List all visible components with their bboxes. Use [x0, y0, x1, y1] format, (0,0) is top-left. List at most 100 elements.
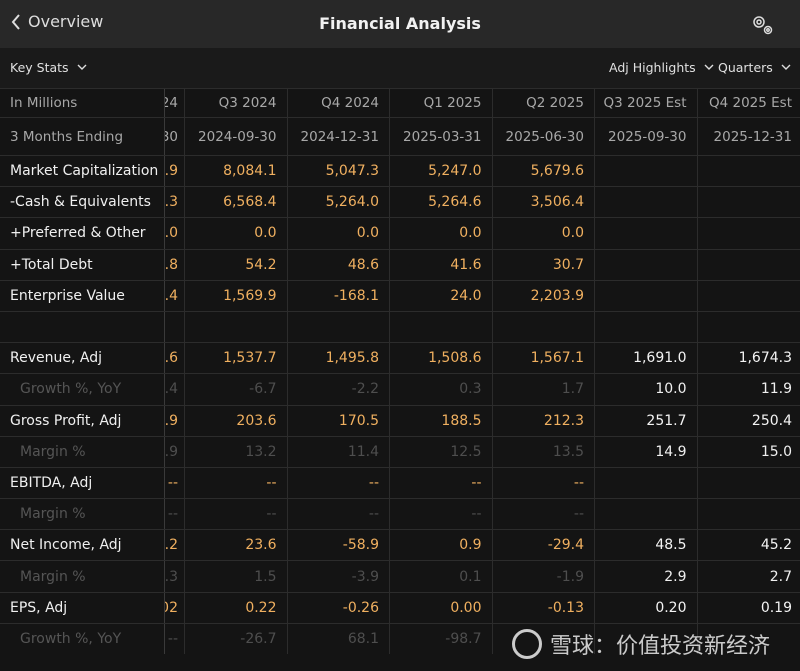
table-cell — [595, 249, 698, 280]
table-cell: -98.7 — [390, 623, 493, 654]
table-cell: 0.0 — [185, 218, 288, 249]
table-cell: -- — [390, 467, 493, 499]
table-row — [0, 310, 800, 343]
table-cell: 2024-12-31 — [288, 118, 390, 155]
table-cell: .9 — [165, 405, 185, 436]
table-cell: 0.00 — [390, 592, 493, 623]
table-cell: 1,537.7 — [185, 343, 288, 374]
table-row: Enterprise Value .4 1,569.9 -168.1 24.0 2,203… — [0, 279, 800, 311]
table-cell: -3.9 — [288, 561, 390, 592]
table-cell — [595, 499, 698, 530]
table-cell: 0.3 — [390, 374, 493, 405]
table-cell — [595, 467, 698, 499]
row-label: 3 Months Ending — [0, 118, 165, 155]
table-row: EPS, Adj020.22-0.260.00-0.130.20 0.19 — [0, 591, 800, 623]
table-cell: 2,203.9 — [493, 280, 595, 311]
row-label: Gross Profit, Adj — [0, 405, 165, 436]
table-cell: 68.1 — [288, 623, 390, 654]
row-label: Growth %, YoY — [0, 623, 165, 654]
table-cell: 5,264.6 — [390, 187, 493, 218]
row-label: In Millions — [0, 89, 165, 117]
table-cell: Q4 2025 Est — [708, 95, 792, 111]
table-cell: 6,568.4 — [185, 187, 288, 218]
nav-header: Overview Financial Analysis — [0, 0, 800, 48]
table-cell: 14.9 — [595, 436, 698, 467]
back-button[interactable]: Overview — [10, 12, 103, 31]
table-cell: 188.5 — [390, 405, 493, 436]
table-cell: -26.7 — [185, 623, 288, 654]
page-title: Financial Analysis — [319, 14, 481, 33]
table-cell: 2025-09-30 — [595, 118, 698, 155]
table-row: Revenue, Adj .6 1,537.7 1,495.8 1,508.6 1,567… — [0, 342, 800, 374]
table-cell: 5,679.6 — [493, 156, 595, 187]
row-label: Net Income, Adj — [0, 530, 165, 561]
table-cell: 3,506.4 — [493, 187, 595, 218]
table-row: +Preferred & Other .0 0.0 0.0 0.0 0.0 — [0, 217, 800, 249]
adj-highlights-dropdown[interactable]: Adj Highlights — [609, 60, 714, 75]
row-label: +Total Debt — [0, 249, 165, 280]
chevron-down-icon — [77, 64, 87, 70]
table-cell: 41.6 — [390, 249, 493, 280]
table-cell — [698, 281, 800, 311]
table-cell: 2025-03-31 — [390, 118, 493, 155]
row-label: Margin % — [0, 561, 165, 592]
table-row: Margin % .3 1.5 -3.9 0.1 -1.9 2.9 2.7 — [0, 560, 800, 592]
table-cell: -- — [288, 467, 390, 499]
table-cell: 0.20 — [595, 592, 698, 623]
table-cell: -- — [165, 499, 185, 530]
table-cell — [493, 311, 595, 343]
settings-gear-icon[interactable] — [750, 13, 774, 37]
table-cell: 250.4 — [751, 412, 792, 429]
table-cell: 1,569.9 — [185, 280, 288, 311]
table-cell — [595, 280, 698, 311]
table-cell: 0.0 — [390, 218, 493, 249]
table-cell: 1.5 — [185, 561, 288, 592]
table-cell: -- — [185, 499, 288, 530]
table-cell — [185, 311, 288, 343]
row-label: EBITDA, Adj — [0, 467, 165, 499]
table-cell: .4 — [165, 374, 185, 405]
table-cell: 5,247.0 — [390, 156, 493, 187]
table-cell: 11.9 — [760, 381, 792, 398]
table-cell — [698, 156, 800, 186]
table-cell: -0.13 — [493, 592, 595, 623]
row-label: -Cash & Equivalents — [0, 187, 165, 218]
financial-table[interactable]: In Millions24Q3 2024Q4 2024Q1 2025Q2 202… — [0, 88, 800, 654]
table-cell: -2.2 — [288, 374, 390, 405]
table-cell: 24 — [165, 89, 185, 117]
table-cell — [698, 312, 800, 342]
table-row: EBITDA, Adj -- -- -- -- -- — [0, 466, 800, 499]
xueqiu-logo-icon — [512, 629, 542, 659]
table-cell: -- — [493, 467, 595, 499]
table-cell: -1.9 — [493, 561, 595, 592]
table-cell: 12.5 — [390, 436, 493, 467]
table-cell: 23.6 — [185, 530, 288, 561]
adj-highlights-label: Adj Highlights — [609, 60, 696, 75]
watermark-text: 雪球：价值投资新经济 — [550, 634, 771, 659]
table-cell: .3 — [165, 187, 185, 218]
table-cell: 0.9 — [390, 530, 493, 561]
table-cell: .0 — [165, 218, 185, 249]
row-label: EPS, Adj — [0, 592, 165, 623]
table-cell: .6 — [165, 343, 185, 374]
table-cell: -58.9 — [288, 530, 390, 561]
table-cell: Q1 2025 — [390, 89, 493, 117]
quarters-dropdown[interactable]: Quarters — [718, 60, 791, 75]
table-cell: 48.6 — [288, 249, 390, 280]
table-row: Market Capitalization .9 8,084.1 5,047.3 5,2… — [0, 155, 800, 187]
key-stats-dropdown[interactable]: Key Stats — [10, 60, 87, 75]
table-cell: -- — [165, 467, 185, 499]
table-cell: 212.3 — [493, 405, 595, 436]
toolbar: Key Stats Adj Highlights Quarters — [0, 48, 800, 88]
column-header-row: In Millions24Q3 2024Q4 2024Q1 2025Q2 202… — [0, 88, 800, 117]
table-cell — [698, 218, 800, 248]
date-header-row: 3 Months Ending302024-09-302024-12-31202… — [0, 117, 800, 155]
table-cell: 2025-06-30 — [493, 118, 595, 155]
row-label: Enterprise Value — [0, 280, 165, 311]
row-label: Growth %, YoY — [0, 374, 165, 405]
table-cell: 45.2 — [760, 537, 792, 554]
table-cell: 2.7 — [769, 568, 792, 585]
table-cell — [165, 311, 185, 343]
table-cell — [288, 311, 390, 343]
table-cell — [595, 311, 698, 343]
